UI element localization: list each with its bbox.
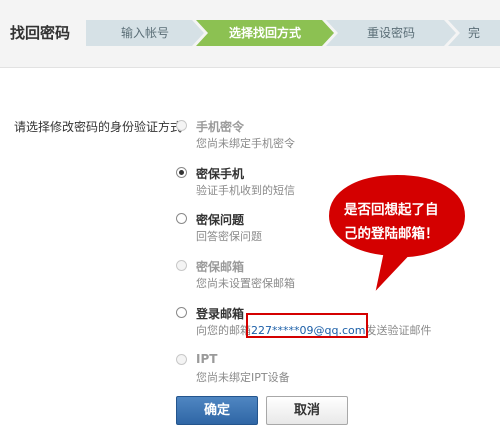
email-highlight-box [246, 313, 368, 338]
radio-security-email [176, 260, 187, 271]
option-security-email-desc: 您尚未设置密保邮箱 [196, 277, 295, 290]
option-security-phone-desc: 验证手机收到的短信 [196, 184, 295, 197]
option-security-phone-title[interactable]: 密保手机 [196, 165, 244, 182]
page-title: 找回密码 [10, 24, 71, 42]
annotation-text: 是否回想起了自 己的登陆邮箱！ [344, 198, 454, 246]
radio-login-email[interactable] [176, 307, 187, 318]
radio-phone-token [176, 120, 187, 131]
option-phone-token-title: 手机密令 [196, 120, 245, 134]
step-enter-account: 输入帐号 [86, 20, 204, 46]
option-security-email-title: 密保邮箱 [196, 260, 245, 274]
option-phone-token: 手机密令 您尚未绑定手机密令 [176, 118, 496, 158]
login-email-desc-prefix: 向您的邮箱 [196, 324, 251, 337]
cancel-button[interactable]: 取消 [266, 396, 348, 425]
option-ipt-desc: 您尚未绑定IPT设备 [196, 371, 290, 384]
annotation-line-1: 是否回想起了自 [344, 202, 439, 218]
step-choose-method: 选择找回方式 [196, 20, 334, 46]
annotation-line-2: 己的登陆邮箱！ [344, 226, 439, 242]
login-email-desc-suffix: 发送验证邮件 [365, 324, 432, 337]
page-header: 找回密码 输入帐号 选择找回方式 重设密码 完 [0, 0, 500, 68]
step-reset-password: 重设密码 [326, 20, 456, 46]
radio-security-phone[interactable] [176, 167, 187, 178]
verification-method-prompt: 请选择修改密码的身份验证方式 [14, 120, 183, 134]
radio-ipt [176, 354, 187, 365]
option-security-question-title[interactable]: 密保问题 [196, 211, 244, 228]
confirm-button[interactable]: 确定 [176, 396, 258, 425]
option-ipt: IPT 您尚未绑定IPT设备 [176, 352, 496, 392]
radio-security-question[interactable] [176, 213, 187, 224]
option-phone-token-desc: 您尚未绑定手机密令 [196, 137, 295, 150]
option-security-question-desc: 回答密保问题 [196, 230, 262, 243]
option-login-email-title[interactable]: 登录邮箱 [196, 305, 244, 322]
option-ipt-title: IPT [196, 352, 218, 366]
step-progress: 输入帐号 选择找回方式 重设密码 完 [86, 20, 500, 46]
